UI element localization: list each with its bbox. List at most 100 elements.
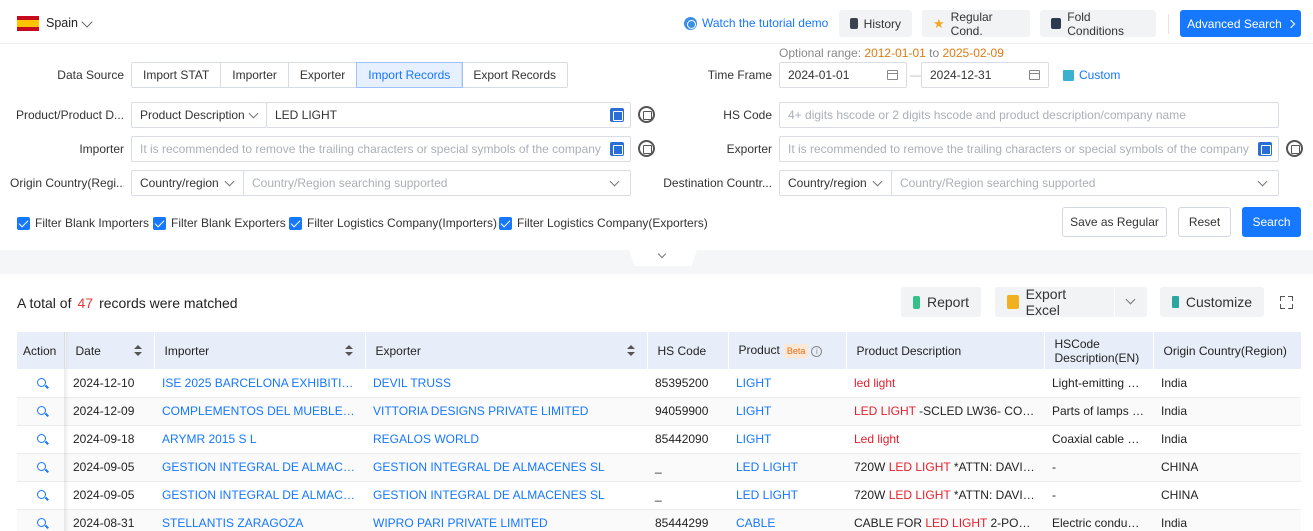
exporter-link[interactable]: DEVIL TRUSS: [365, 369, 647, 398]
search-icon[interactable]: [36, 434, 46, 443]
customize-button[interactable]: Customize: [1160, 287, 1264, 317]
search-option-icon[interactable]: [638, 140, 655, 157]
tab-exporter[interactable]: Exporter: [288, 63, 358, 87]
product-link[interactable]: LED LIGHT: [728, 453, 846, 482]
checkbox-icon[interactable]: [153, 216, 166, 230]
product-link[interactable]: CABLE: [728, 509, 846, 531]
desc-highlight: Led light: [854, 432, 900, 446]
product-type-select[interactable]: Product Description: [131, 102, 267, 128]
collapse-toggle[interactable]: [629, 250, 697, 266]
save-as-regular-button[interactable]: Save as Regular: [1062, 207, 1167, 237]
translate-icon[interactable]: [610, 142, 624, 156]
range-end: 2025-02-09: [942, 46, 1004, 60]
product-type-value: Product Description: [140, 108, 245, 122]
table-row[interactable]: 2024-12-10 ISE 2025 BARCELONA EXHIBITION…: [17, 369, 1301, 398]
filter-logistics-importers[interactable]: Filter Logistics Company(Importers): [289, 216, 497, 230]
table-row[interactable]: 2024-09-05 GESTION INTEGRAL DE ALMACENES…: [17, 453, 1301, 482]
report-button[interactable]: Report: [901, 287, 981, 317]
hs-code-label: HS Code: [723, 108, 772, 122]
info-icon[interactable]: i: [811, 346, 823, 357]
exporter-link[interactable]: GESTION INTEGRAL DE ALMACENES SL: [365, 481, 647, 510]
importer-link[interactable]: STELLANTIS ZARAGOZA: [154, 509, 365, 531]
search-option-icon[interactable]: [638, 106, 655, 123]
product-input[interactable]: LED LIGHT: [266, 102, 631, 128]
product-description-cell: 720W LED LIGHT *ATTN: DAVID S...: [846, 481, 1044, 510]
calendar-icon[interactable]: [1029, 70, 1040, 80]
col-date[interactable]: Date: [65, 332, 155, 369]
action-cell: [17, 453, 65, 482]
importer-link[interactable]: ARYMR 2015 S L: [154, 425, 365, 454]
exporter-link[interactable]: GESTION INTEGRAL DE ALMACENES SL: [365, 453, 647, 482]
origin-cell: India: [1153, 509, 1301, 531]
importer-link[interactable]: GESTION INTEGRAL DE ALMACENES...: [154, 481, 365, 510]
reset-button[interactable]: Reset: [1178, 207, 1231, 237]
product-link[interactable]: LIGHT: [728, 397, 846, 426]
export-excel-button[interactable]: Export Excel: [995, 286, 1114, 318]
translate-icon[interactable]: [1258, 142, 1272, 156]
advanced-search-button[interactable]: Advanced Search: [1180, 10, 1301, 37]
filter-blank-importers[interactable]: Filter Blank Importers: [17, 216, 149, 230]
results-prefix: A total of: [17, 295, 72, 311]
origin-input[interactable]: Country/Region searching supported: [243, 170, 631, 196]
exporter-link[interactable]: REGALOS WORLD: [365, 425, 647, 454]
calendar-icon[interactable]: [887, 70, 898, 80]
search-button[interactable]: Search: [1242, 207, 1301, 237]
col-importer[interactable]: Importer: [154, 332, 366, 369]
date-to-input[interactable]: 2024-12-31: [921, 62, 1049, 88]
checkbox-icon[interactable]: [499, 216, 512, 230]
filter-logistics-exporters[interactable]: Filter Logistics Company(Exporters): [499, 216, 708, 230]
sort-icon[interactable]: [344, 345, 353, 357]
col-exporter[interactable]: Exporter: [365, 332, 648, 369]
table-row[interactable]: 2024-12-09 COMPLEMENTOS DEL MUEBLE ILLE.…: [17, 397, 1301, 426]
sort-icon[interactable]: [626, 345, 635, 357]
col-action: Action: [17, 332, 66, 369]
destination-input[interactable]: Country/Region searching supported: [891, 170, 1279, 196]
table-row[interactable]: 2024-08-31 STELLANTIS ZARAGOZA WIPRO PAR…: [17, 509, 1301, 531]
search-icon[interactable]: [36, 518, 46, 527]
product-link[interactable]: LIGHT: [728, 369, 846, 398]
desc-text: 720W: [854, 488, 889, 502]
fold-conditions-button[interactable]: Fold Conditions: [1040, 10, 1156, 38]
origin-label: Origin Country(Regi...: [10, 176, 124, 190]
star-icon: ★: [933, 16, 945, 31]
origin-type-select[interactable]: Country/region: [131, 170, 244, 196]
translate-icon[interactable]: [610, 108, 624, 122]
exporter-input[interactable]: It is recommended to remove the trailing…: [779, 136, 1279, 162]
search-icon[interactable]: [36, 490, 46, 499]
importer-input[interactable]: It is recommended to remove the trailing…: [131, 136, 631, 162]
tab-import-records[interactable]: Import Records: [356, 62, 464, 88]
exporter-label: Exporter: [726, 142, 772, 156]
product-link[interactable]: LED LIGHT: [728, 481, 846, 510]
search-icon[interactable]: [36, 377, 46, 387]
destination-type-select[interactable]: Country/region: [779, 170, 892, 196]
hs-code-input[interactable]: 4+ digits hscode or 2 digits hscode and …: [779, 102, 1279, 128]
col-product: Product Beta i: [728, 332, 847, 369]
tutorial-link[interactable]: Watch the tutorial demo: [684, 16, 828, 30]
importer-link[interactable]: COMPLEMENTOS DEL MUEBLE ILLE...: [154, 397, 365, 426]
importer-link[interactable]: GESTION INTEGRAL DE ALMACENES...: [154, 453, 365, 482]
checkbox-icon[interactable]: [289, 216, 302, 230]
date-from-input[interactable]: 2024-01-01: [779, 62, 907, 88]
table-row[interactable]: 2024-09-18 ARYMR 2015 S L REGALOS WORLD …: [17, 425, 1301, 454]
fullscreen-icon[interactable]: [1280, 296, 1293, 309]
regular-cond-button[interactable]: ★ Regular Cond.: [922, 10, 1030, 38]
spain-flag-icon[interactable]: [17, 16, 39, 31]
search-icon[interactable]: [36, 406, 46, 415]
table-row[interactable]: 2024-09-05 GESTION INTEGRAL DE ALMACENES…: [17, 481, 1301, 510]
importer-link[interactable]: ISE 2025 BARCELONA EXHIBITION: [154, 369, 365, 398]
tab-importer[interactable]: Importer: [221, 63, 289, 87]
country-selector[interactable]: Spain: [46, 16, 78, 30]
tab-import-stat[interactable]: Import STAT: [132, 63, 222, 87]
tab-export-records[interactable]: Export Records: [462, 63, 568, 87]
export-menu-button[interactable]: [1115, 287, 1147, 317]
custom-range-button[interactable]: Custom: [1063, 68, 1120, 82]
checkbox-icon[interactable]: [17, 216, 30, 230]
search-option-icon[interactable]: [1286, 140, 1303, 157]
sort-icon[interactable]: [133, 345, 142, 357]
product-link[interactable]: LIGHT: [728, 425, 846, 454]
search-icon[interactable]: [36, 462, 46, 471]
history-button[interactable]: History: [839, 10, 912, 37]
exporter-link[interactable]: WIPRO PARI PRIVATE LIMITED: [365, 509, 647, 531]
filter-blank-exporters[interactable]: Filter Blank Exporters: [153, 216, 286, 230]
exporter-link[interactable]: VITTORIA DESIGNS PRIVATE LIMITED: [365, 397, 647, 426]
